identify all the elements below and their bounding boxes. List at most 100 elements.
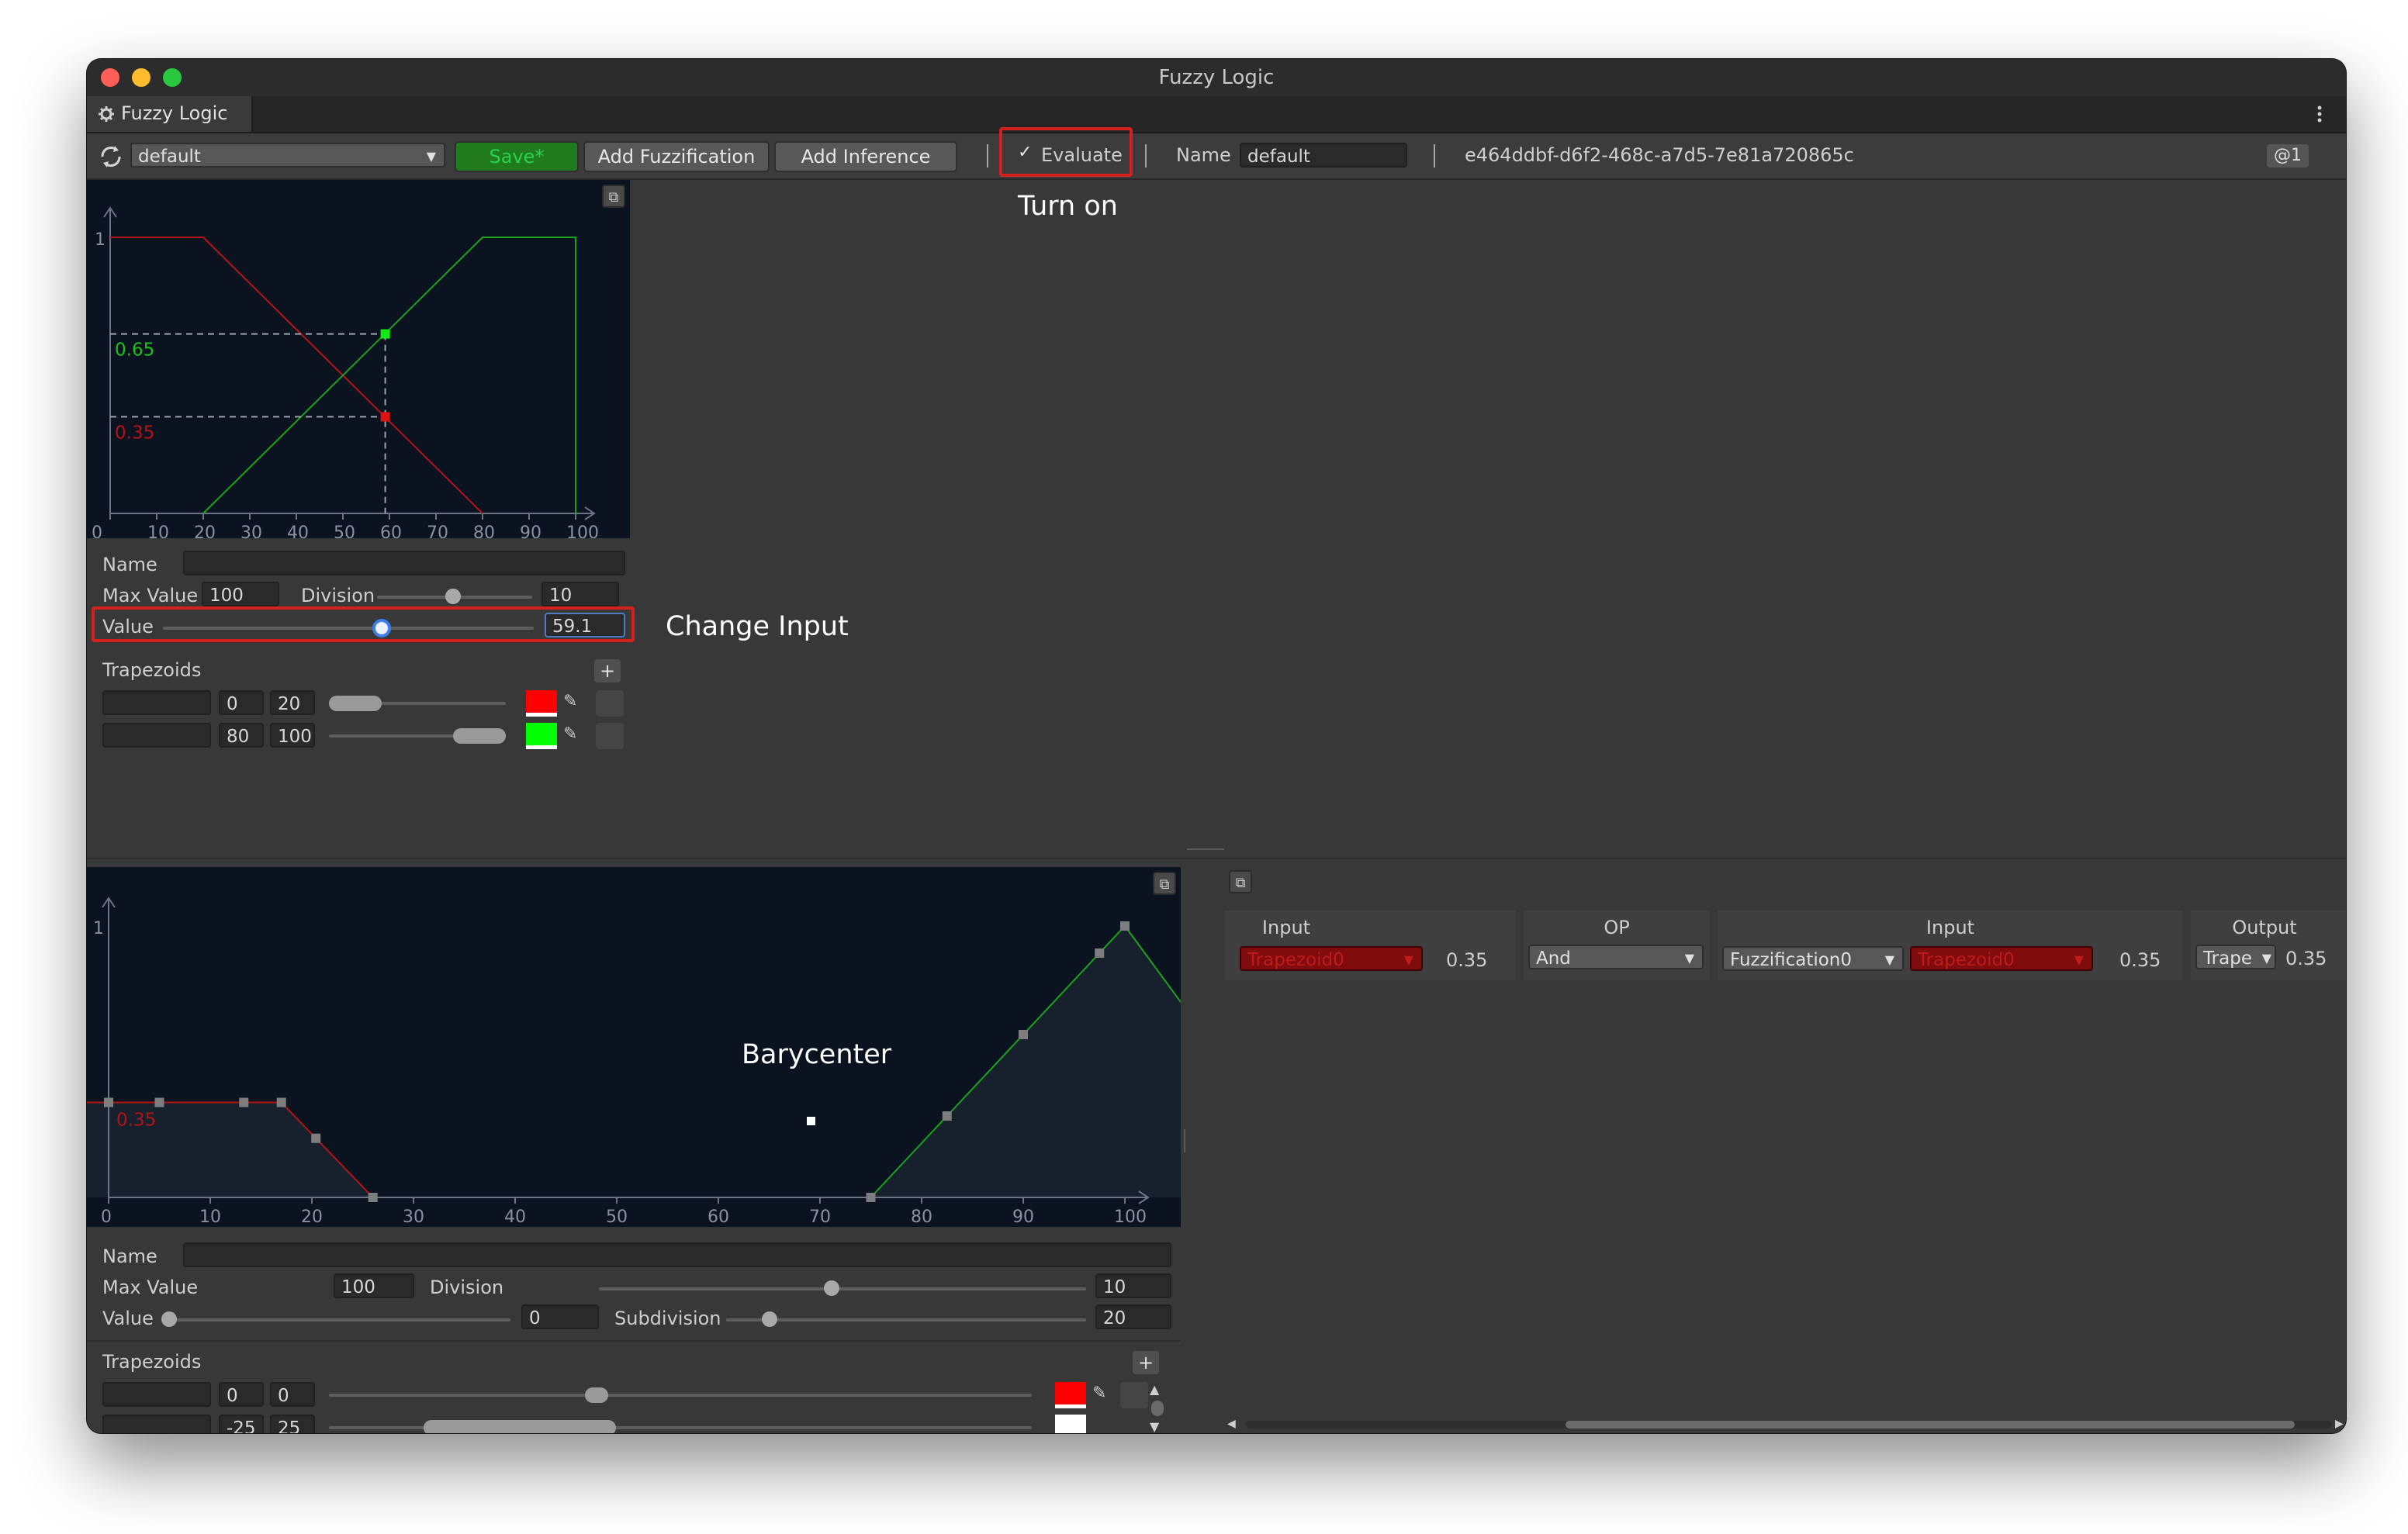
trapezoid-max-field[interactable]: 20: [270, 690, 315, 715]
trapezoid-range-handle[interactable]: [329, 696, 382, 711]
fuzz-division-field[interactable]: 10: [541, 582, 619, 606]
fuzz-name-label: Name: [102, 554, 157, 575]
separator: [1145, 144, 1147, 168]
trapezoid-max-field[interactable]: 25: [270, 1415, 315, 1433]
x-tick-label: 0: [101, 1208, 112, 1227]
add-inference-button[interactable]: Add Inference: [774, 141, 957, 172]
defuzz-value-slider[interactable]: [164, 1318, 510, 1322]
x-tick-label: 70: [809, 1208, 831, 1227]
chevron-down-icon: ▼: [2074, 952, 2084, 967]
input2-source-dropdown[interactable]: Fuzzification0 ▼: [1722, 946, 1904, 971]
name-label: Name: [1176, 144, 1231, 166]
expand-icon[interactable]: ⧉: [602, 185, 625, 208]
trapezoid-range-handle[interactable]: [424, 1420, 616, 1433]
trapezoid-max-field[interactable]: 100: [270, 723, 315, 748]
scroll-left-arrow-icon[interactable]: ◀: [1227, 1418, 1236, 1430]
divider: [87, 1340, 1181, 1342]
scroll-up-arrow-icon[interactable]: ▲: [1150, 1382, 1159, 1397]
defuzz-value-label: Value: [102, 1308, 154, 1329]
expand-icon[interactable]: ⧉: [1153, 872, 1176, 895]
trapezoid-row: 0 0 ✎: [102, 1380, 1148, 1411]
input-value: 0.35: [1446, 949, 1488, 971]
preset-dropdown[interactable]: default ▼: [130, 143, 445, 168]
annotation-turn-on: Turn on: [1018, 191, 1118, 222]
fuzz-max-value-field[interactable]: 100: [202, 582, 279, 606]
trapezoid-max-field[interactable]: 0: [270, 1382, 315, 1407]
defuzz-subdivision-field[interactable]: 20: [1095, 1304, 1171, 1329]
add-trapezoid-button[interactable]: +: [594, 659, 621, 682]
trapezoid-min-field[interactable]: -25: [219, 1415, 264, 1433]
vertical-split-handle[interactable]: [1184, 1129, 1185, 1152]
horizontal-scrollbar-thumb[interactable]: [1566, 1421, 2295, 1429]
fuzz-division-slider-thumb[interactable]: [445, 589, 461, 604]
separator: [1434, 144, 1435, 168]
split-handle[interactable]: [1187, 848, 1224, 850]
inference-panel: ⧉ Input Trapezoid0 ▼ 0.35 OP And ▼ Input: [1224, 864, 2346, 1433]
add-trapezoid-button[interactable]: +: [1133, 1351, 1159, 1374]
defuzz-value-field[interactable]: 0: [521, 1304, 599, 1329]
trapezoid-range-handle[interactable]: [585, 1387, 608, 1403]
eyedropper-icon[interactable]: ✎: [563, 724, 577, 744]
trapezoid-row: -25 25: [102, 1413, 1142, 1433]
x-tick-label: 60: [380, 523, 402, 538]
color-swatch[interactable]: [526, 723, 557, 749]
defuzz-value-slider-thumb[interactable]: [161, 1311, 177, 1327]
x-tick-label: 50: [606, 1208, 628, 1227]
trapezoid-name-field[interactable]: [102, 1415, 211, 1433]
trapezoid-name-field[interactable]: [102, 690, 211, 715]
output-trapezoid-dropdown[interactable]: Trape ▼: [2195, 945, 2276, 969]
eyedropper-icon[interactable]: ✎: [1092, 1384, 1106, 1403]
trapezoid-range-slider[interactable]: [329, 1394, 1032, 1397]
x-tick-label: 20: [301, 1208, 323, 1227]
scroll-down-arrow-icon[interactable]: ▼: [1150, 1419, 1159, 1433]
defuzz-subdivision-slider-thumb[interactable]: [762, 1311, 777, 1327]
green-clipped-area: [870, 926, 1181, 1197]
defuzz-division-slider[interactable]: [599, 1287, 1086, 1290]
input2-trapezoid-dropdown[interactable]: Trapezoid0 ▼: [1910, 946, 2093, 971]
color-swatch[interactable]: [526, 690, 557, 717]
defuzz-max-value-field[interactable]: 100: [334, 1273, 414, 1298]
defuzz-trapezoids-label: Trapezoids: [102, 1351, 202, 1373]
name-field[interactable]: default: [1240, 143, 1407, 168]
trapezoid-range-handle[interactable]: [453, 728, 506, 744]
evaluate-highlight: [999, 127, 1133, 177]
expand-icon[interactable]: ⧉: [1229, 870, 1252, 893]
green-membership-line: [202, 237, 576, 514]
trapezoid-row: 80 100 ✎: [102, 721, 627, 752]
trapezoid-name-field[interactable]: [102, 723, 211, 748]
color-swatch[interactable]: [1055, 1415, 1086, 1433]
chevron-down-icon: ▼: [426, 149, 436, 164]
x-tick-label: 40: [287, 523, 309, 538]
add-fuzzification-button[interactable]: Add Fuzzification: [583, 141, 770, 172]
kebab-menu-icon[interactable]: [2315, 104, 2324, 124]
trapezoid-options-button[interactable]: [1120, 1382, 1148, 1408]
tab-fuzzy-logic[interactable]: Fuzzy Logic: [87, 96, 253, 132]
trapezoid-options-button[interactable]: [596, 723, 624, 749]
vertical-scrollbar-thumb[interactable]: [1151, 1401, 1164, 1416]
sample-point: [104, 1097, 113, 1107]
trapezoid-options-button[interactable]: [596, 690, 624, 717]
trapezoid-min-field[interactable]: 0: [219, 690, 264, 715]
fuzz-name-field[interactable]: [183, 551, 625, 575]
color-swatch[interactable]: [1055, 1382, 1086, 1408]
defuzz-subdivision-slider[interactable]: [726, 1318, 1086, 1322]
input-trapezoid-value: Trapezoid0: [1247, 950, 1344, 970]
defuzz-division-field[interactable]: 10: [1095, 1273, 1171, 1298]
trapezoid-row: 0 20 ✎: [102, 689, 627, 720]
red-membership-line: [110, 237, 483, 514]
trapezoid-name-field[interactable]: [102, 1382, 211, 1407]
defuzz-name-field[interactable]: [183, 1242, 1171, 1267]
input-trapezoid-dropdown[interactable]: Trapezoid0 ▼: [1240, 946, 1423, 971]
sample-point: [1095, 948, 1105, 958]
save-button[interactable]: Save*: [455, 141, 579, 172]
output-column: Output Trape ▼ 0.35: [2191, 910, 2346, 980]
scroll-right-arrow-icon[interactable]: ▶: [2335, 1418, 2344, 1430]
trapezoid-min-field[interactable]: 0: [219, 1382, 264, 1407]
defuzz-division-slider-thumb[interactable]: [824, 1280, 839, 1296]
horizontal-divider[interactable]: [87, 858, 2346, 859]
eyedropper-icon[interactable]: ✎: [563, 692, 577, 711]
refresh-icon[interactable]: [98, 144, 124, 169]
y-max-label: 1: [93, 919, 104, 938]
trapezoid-min-field[interactable]: 80: [219, 723, 264, 748]
op-dropdown[interactable]: And ▼: [1528, 945, 1704, 969]
